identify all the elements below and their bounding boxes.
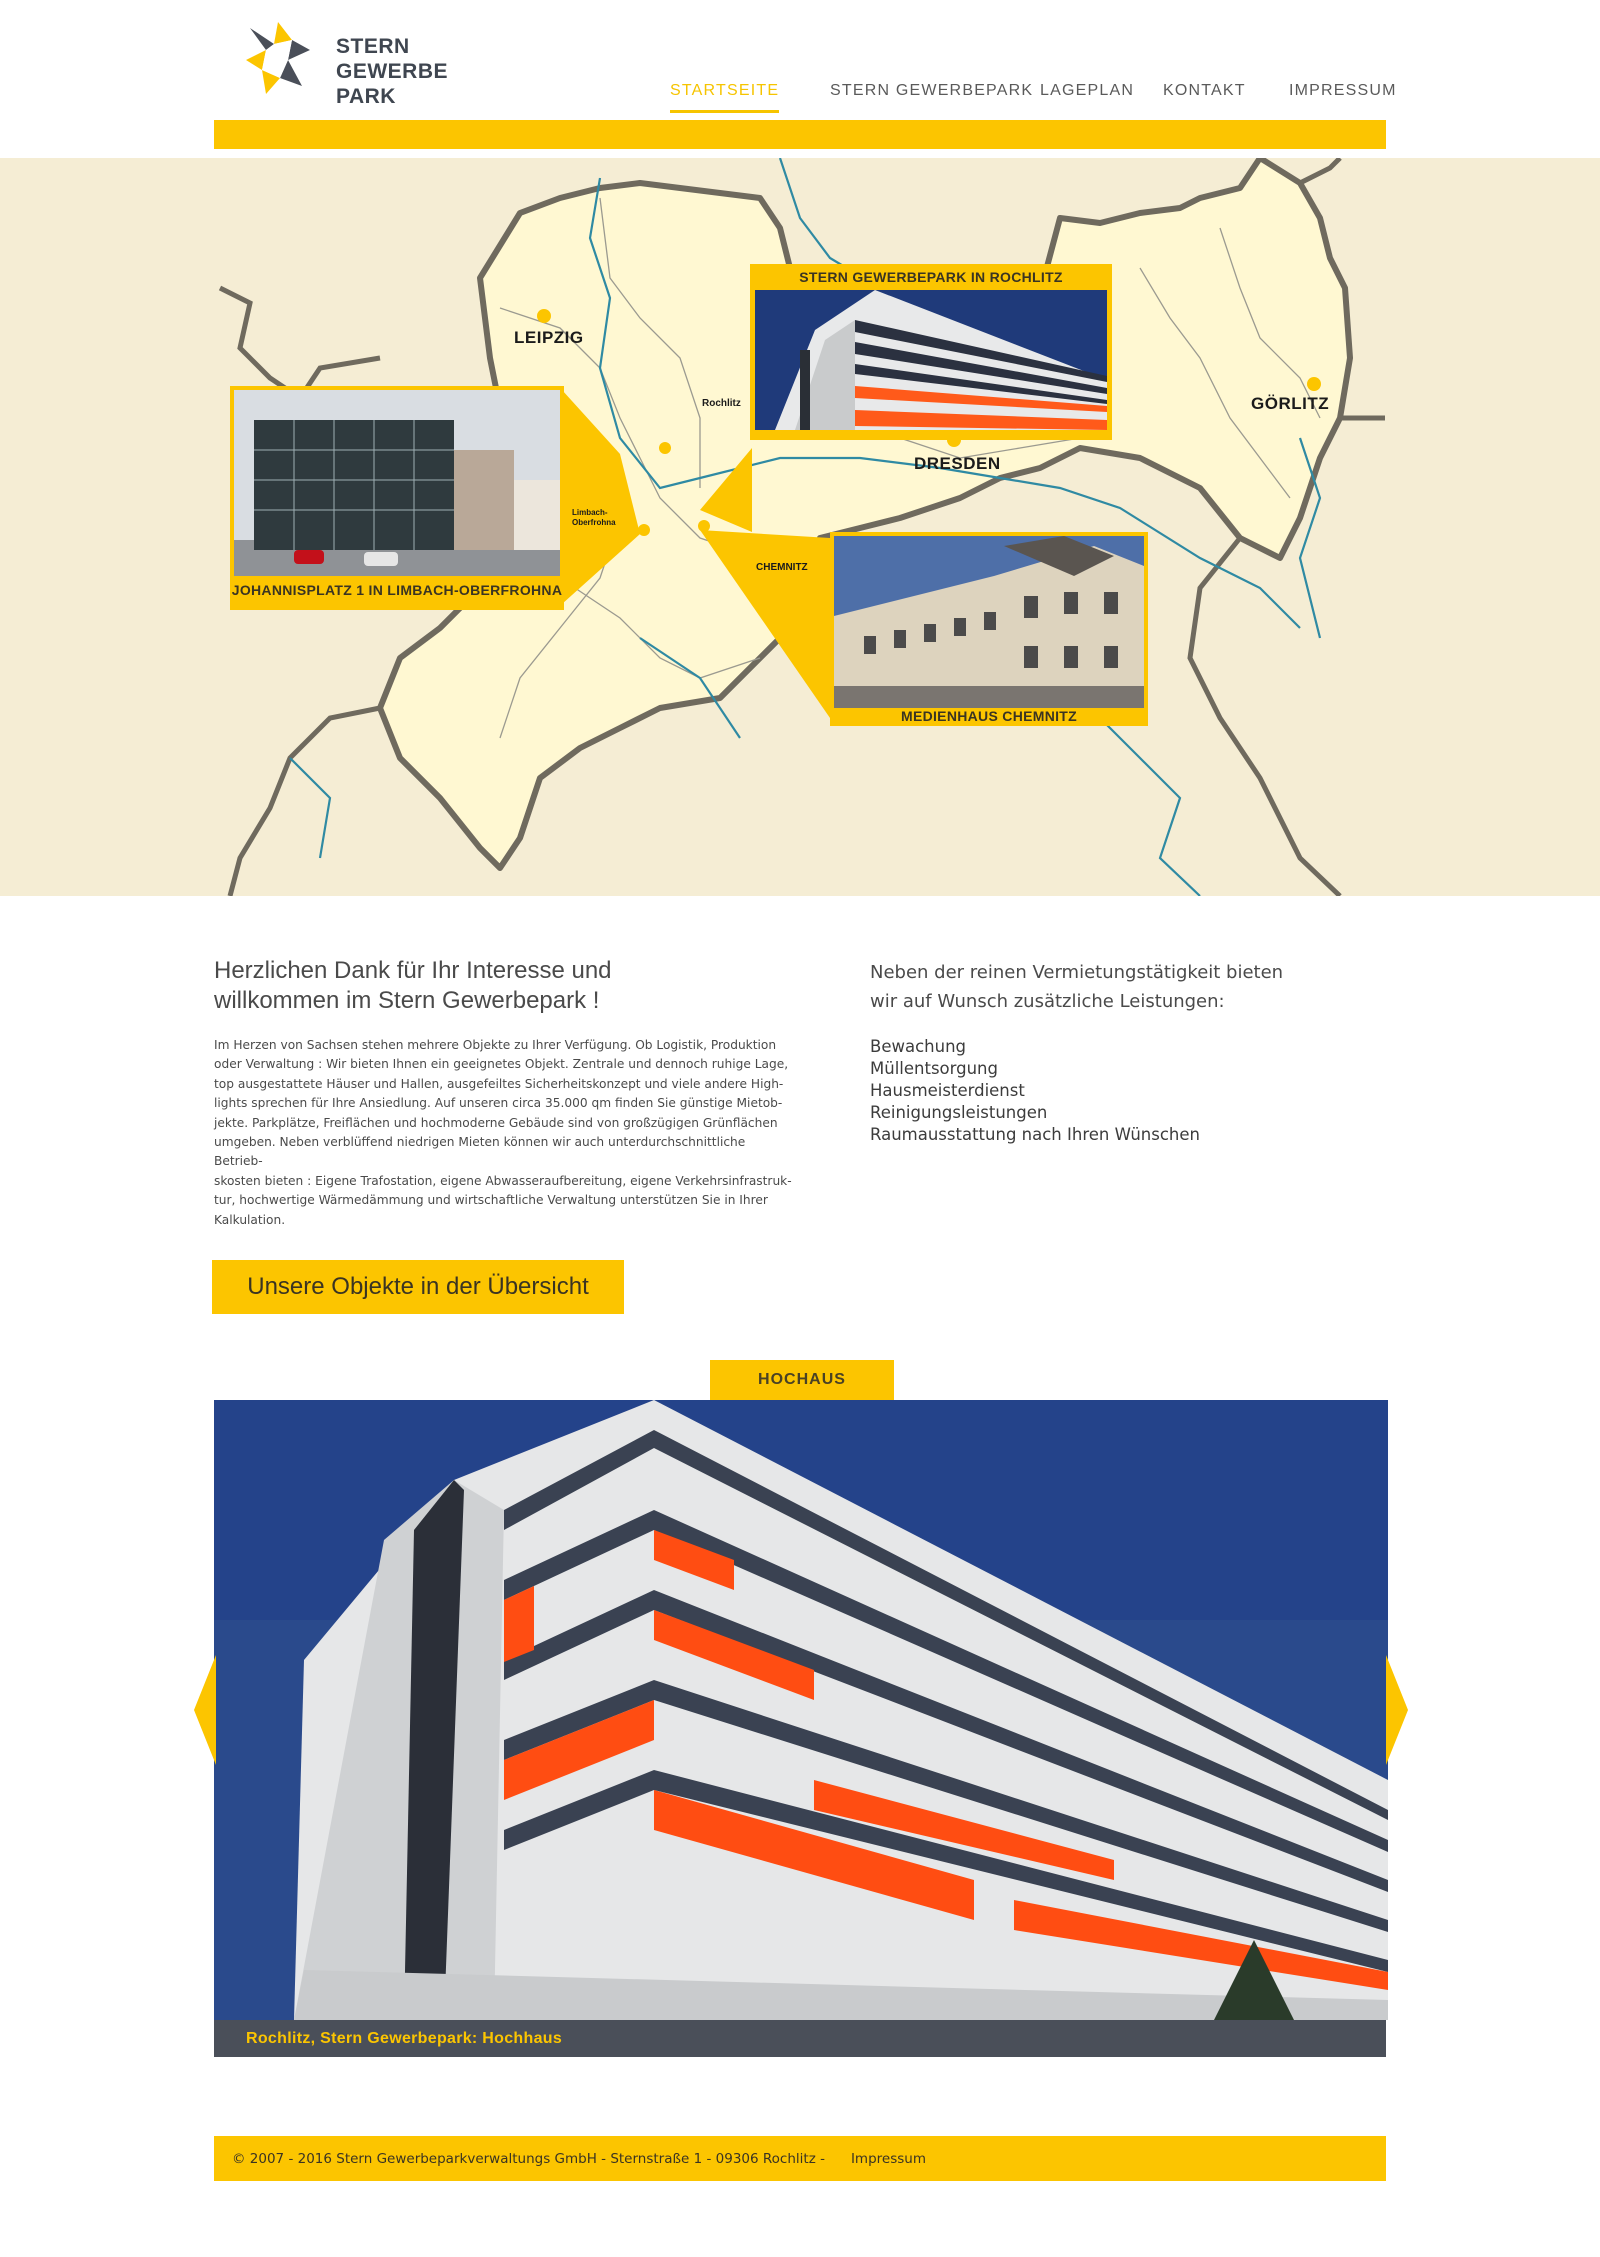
logo-text: STERN GEWERBE PARK bbox=[336, 35, 449, 108]
services-heading: Neben der reinen Vermietungstätigkeit bi… bbox=[870, 962, 1284, 1012]
map-card-title: MEDIENHAUS CHEMNITZ bbox=[900, 708, 1078, 724]
list-item: Bewachung bbox=[870, 1037, 966, 1056]
city-label-goerlitz: GÖRLITZ bbox=[1251, 394, 1330, 413]
star-logo-icon bbox=[246, 22, 310, 94]
footer-impressum-link[interactable]: Impressum bbox=[851, 2151, 926, 2167]
slider-caption: Rochlitz, Stern Gewerbepark: Hochhaus bbox=[214, 2020, 1386, 2057]
list-item: Müllentsorgung bbox=[870, 1059, 998, 1078]
list-item: Hausmeisterdienst bbox=[870, 1081, 1025, 1100]
city-label-chemnitz: CHEMNITZ bbox=[756, 562, 808, 573]
logo[interactable]: STERN GEWERBE PARK bbox=[244, 20, 448, 108]
city-label-rochlitz: Rochlitz bbox=[702, 398, 741, 409]
city-label-limbach: Limbach-Oberfrohna bbox=[572, 508, 616, 527]
nav-lageplan[interactable]: LAGEPLAN bbox=[1040, 78, 1134, 104]
nav-impressum[interactable]: IMPRESSUM bbox=[1289, 78, 1397, 104]
limbach-building-photo bbox=[234, 390, 560, 576]
nav-startseite[interactable]: STARTSEITE bbox=[670, 78, 780, 113]
city-label-leipzig: LEIPZIG bbox=[514, 328, 584, 347]
services-list: Bewachung Müllentsorgung Hausmeisterdien… bbox=[870, 1036, 1200, 1146]
map-card-chemnitz[interactable]: MEDIENHAUS CHEMNITZ bbox=[830, 532, 1148, 726]
intro-heading: Herzlichen Dank für Ihr Interesse und wi… bbox=[214, 957, 612, 1014]
objects-overview-button[interactable]: Unsere Objekte in der Übersicht bbox=[212, 1260, 624, 1314]
map-card-limbach[interactable]: JOHANNISPLATZ 1 IN LIMBACH-OBERFROHNA bbox=[230, 386, 564, 610]
chemnitz-building-photo bbox=[834, 536, 1144, 708]
nav-stern-gewerbepark[interactable]: STERN GEWERBEPARK bbox=[830, 78, 1033, 104]
map-card-title: STERN GEWERBEPARK IN ROCHLITZ bbox=[799, 269, 1063, 285]
footer: © 2007 - 2016 Stern Gewerbeparkverwaltun… bbox=[214, 2136, 1386, 2181]
list-item: Raumausstattung nach Ihren Wünschen bbox=[870, 1125, 1200, 1144]
city-label-dresden: DRESDEN bbox=[914, 454, 1001, 473]
footer-copyright: © 2007 - 2016 Stern Gewerbeparkverwaltun… bbox=[232, 2150, 825, 2167]
map-card-rochlitz[interactable]: STERN GEWERBEPARK IN ROCHLITZ bbox=[750, 264, 1112, 440]
list-item: Reinigungsleistungen bbox=[870, 1103, 1048, 1122]
slider-next-arrow-icon[interactable] bbox=[1386, 1655, 1408, 1765]
intro-paragraph: Im Herzen von Sachsen stehen mehrere Obj… bbox=[214, 1038, 792, 1227]
slider-tab[interactable]: HOCHAUS bbox=[710, 1360, 894, 1400]
rochlitz-building-photo bbox=[755, 290, 1107, 430]
slider-image-hochhaus bbox=[214, 1400, 1388, 2020]
map-card-title: JOHANNISPLATZ 1 IN LIMBACH-OBERFROHNA bbox=[231, 582, 563, 598]
location-map: LEIPZIG DRESDEN GÖRLITZ Rochlitz Limbach… bbox=[0, 158, 1600, 896]
slider-prev-arrow-icon[interactable] bbox=[194, 1655, 216, 1765]
header-accent-bar bbox=[214, 120, 1386, 149]
nav-kontakt[interactable]: KONTAKT bbox=[1163, 78, 1246, 104]
